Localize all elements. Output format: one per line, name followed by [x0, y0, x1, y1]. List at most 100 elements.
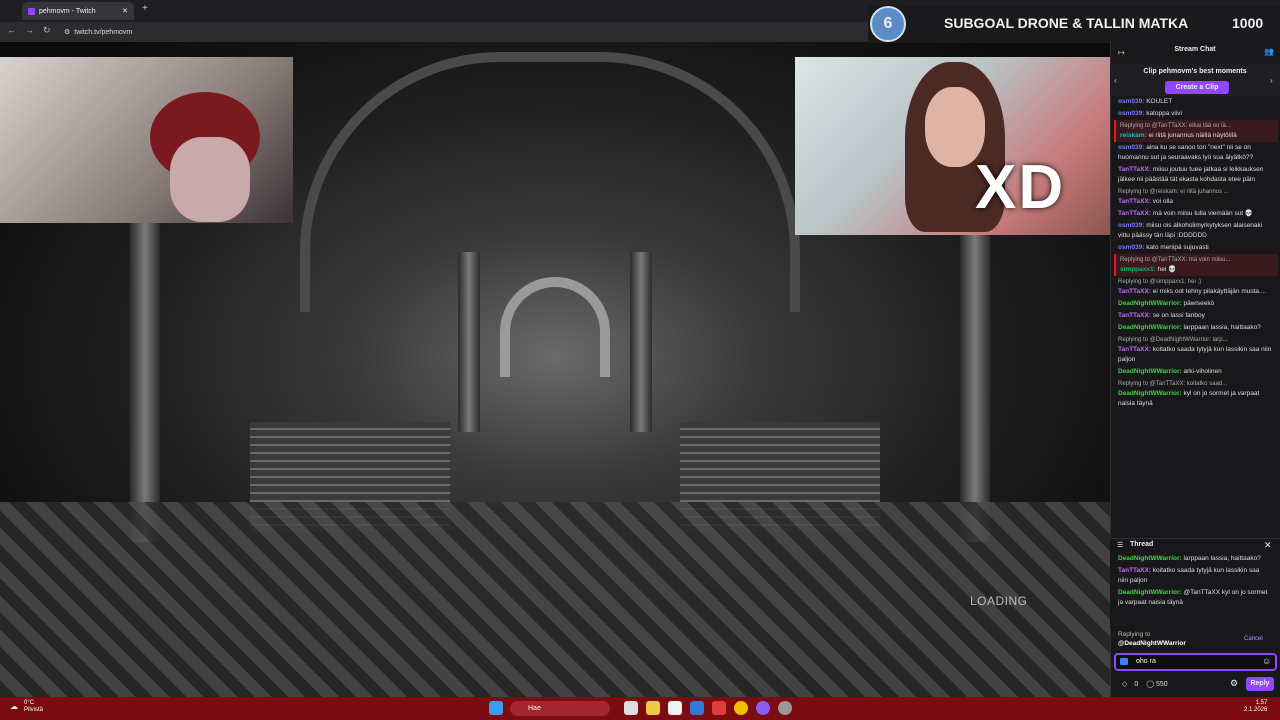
chat-username[interactable]: osm039: — [1118, 110, 1146, 117]
chat-username[interactable]: TanTTaXX: — [1118, 198, 1153, 205]
thread-messages: DeadNightWWarrior: larppaan lassia, hait… — [1114, 553, 1274, 609]
chat-username[interactable]: DeadNightWWarrior: — [1118, 324, 1183, 331]
chat-header: Stream Chat — [1174, 46, 1216, 53]
create-clip-button[interactable]: Create a Clip — [1165, 81, 1229, 94]
chat-message[interactable]: TanTTaXX: mä voin miisu tulla viemään su… — [1114, 208, 1278, 220]
chat-username[interactable]: TanTTaXX: — [1118, 346, 1153, 353]
video-player[interactable]: LOADING — [0, 42, 1110, 697]
chat-username[interactable]: reiskam: — [1120, 132, 1149, 139]
users-icon[interactable]: 👥 — [1264, 47, 1274, 56]
channel-points-icon[interactable]: ◯ — [1146, 681, 1154, 688]
chat-text: KOULET — [1146, 98, 1173, 105]
next-icon[interactable]: › — [1270, 76, 1273, 85]
scene-pillar — [630, 252, 652, 432]
chat-message[interactable]: DeadNightWWarrior: larppaan lassia, hait… — [1114, 322, 1278, 334]
chat-message[interactable]: DeadNightWWarrior: arki-viholinen — [1114, 366, 1278, 378]
scene-arch-inner — [500, 277, 610, 377]
chat-username[interactable]: osm039: — [1118, 222, 1146, 229]
chat-message[interactable]: DeadNightWWarrior: larppaan lassia, hait… — [1114, 553, 1274, 565]
chat-message[interactable]: TanTTaXX: koitatko saada tytyjä kun lass… — [1114, 565, 1274, 587]
chat-message[interactable]: osm039: kato menipä sujuvasti — [1114, 242, 1278, 254]
reply-context: Replying to @TanTTaXX: mä voin miisu... — [1120, 257, 1231, 263]
chat-message[interactable]: Replying to @TanTTaXX: eikai tää oo lä..… — [1114, 120, 1278, 142]
chat-message[interactable]: TanTTaXX: miisu joutuu tuee jatkaa si le… — [1114, 164, 1278, 186]
chat-input[interactable]: oho ra — [1114, 653, 1277, 671]
points-row: ◇ 0 ◯ 550 — [1122, 680, 1168, 688]
chat-username[interactable]: DeadNightWWarrior: — [1118, 555, 1183, 562]
reply-context: Replying to @TanTTaXX: koitatko saad... — [1118, 381, 1228, 387]
chat-username[interactable]: DeadNightWWarrior: — [1118, 300, 1183, 307]
chat-message[interactable]: DeadNightWWarrior: @TanTTaXX kyl on jo s… — [1114, 587, 1274, 609]
chat-message[interactable]: TanTTaXX: se on lassi fanboy — [1114, 310, 1278, 322]
start-icon[interactable] — [489, 701, 503, 715]
tab-title: pehmovm - Twitch — [39, 7, 96, 15]
chat-message[interactable]: osm039: aina ku se sanoo ton "next" nii … — [1114, 142, 1278, 164]
close-tab-icon[interactable]: ✕ — [122, 7, 128, 15]
bits-count: 0 — [1134, 681, 1139, 688]
chat-message[interactable]: Replying to @DeadNightWWarrior: larp... T… — [1114, 334, 1278, 366]
reload-icon[interactable]: ↻ — [43, 25, 51, 36]
chat-username[interactable]: simppaxx1: — [1120, 266, 1158, 273]
mail-icon[interactable] — [690, 701, 704, 715]
scene-floor — [0, 502, 1110, 697]
chat-username[interactable]: TanTTaXX: — [1118, 210, 1153, 217]
chat-text: voi olla — [1152, 198, 1174, 205]
chat-username[interactable]: TanTTaXX: — [1118, 288, 1153, 295]
forward-icon[interactable]: → — [25, 25, 34, 35]
chat-text: mä voin miisu tulla viemään sut 💀 — [1152, 210, 1254, 217]
chat-badge-icon — [1120, 658, 1128, 665]
channel-points-count: 550 — [1156, 681, 1168, 688]
site-info-icon[interactable]: ⚙ — [64, 28, 70, 36]
replying-to: Replying to @DeadNightWWarrior — [1118, 630, 1186, 648]
file-explorer-icon[interactable] — [646, 701, 660, 715]
subgoal-count: 6 — [870, 6, 906, 42]
cancel-reply-button[interactable]: Cancel — [1244, 636, 1263, 642]
reply-context: Replying to @TanTTaXX: eikai tää oo lä..… — [1120, 123, 1231, 129]
chat-username[interactable]: osm039: — [1118, 144, 1146, 151]
url-field[interactable]: ⚙ twitch.tv/pehmovm — [64, 26, 132, 38]
chat-username[interactable]: osm039: — [1118, 244, 1146, 251]
subgoal-target: 1000 — [1232, 15, 1264, 31]
chat-message[interactable]: osm039: miisu ois alkoholimyrkytyksen al… — [1114, 220, 1278, 242]
messenger-icon[interactable] — [756, 701, 770, 715]
weather-desc: Pilvistä — [24, 707, 44, 713]
webcam-streamer — [0, 57, 293, 223]
chat-text: kato menipä sujuvasti — [1146, 244, 1209, 251]
cam-overlay-text: XD — [975, 153, 1066, 222]
chat-message[interactable]: Replying to @TanTTaXX: mä voin miisu... s… — [1114, 254, 1278, 276]
chat-text: ei riitä junannus näillä näytöillä — [1148, 132, 1237, 139]
chat-message[interactable]: DeadNightWWarrior: päwiseekö — [1114, 298, 1278, 310]
new-tab-button[interactable]: + — [142, 3, 148, 14]
chat-username[interactable]: DeadNightWWarrior: — [1118, 368, 1183, 375]
chat-message[interactable]: osm039: KOULET — [1114, 96, 1278, 108]
chat-message[interactable]: Replying to @simppaxx1: hei ;) TanTTaXX: … — [1114, 276, 1278, 298]
chat-username[interactable]: TanTTaXX: — [1118, 166, 1153, 173]
settings-icon[interactable] — [778, 701, 792, 715]
weather-widget[interactable]: 0°C Pilvistä — [24, 700, 43, 714]
emote-picker-icon[interactable]: ☺ — [1262, 656, 1271, 666]
browser-tab[interactable]: pehmovm - Twitch ✕ — [22, 2, 134, 20]
chat-username[interactable]: DeadNightWWarrior: — [1118, 589, 1183, 596]
chat-message[interactable]: Replying to @TanTTaXX: koitatko saad... D… — [1114, 378, 1278, 410]
chat-text: se on lassi fanboy — [1152, 312, 1205, 319]
back-icon[interactable]: ← — [7, 25, 16, 35]
chat-username[interactable]: DeadNightWWarrior: — [1118, 390, 1183, 397]
chat-message[interactable]: osm039: katoppa viivi — [1114, 108, 1278, 120]
chat-text: larppaan lassia, haittaako? — [1183, 555, 1261, 562]
task-view-icon[interactable] — [624, 701, 638, 715]
weather-icon: ☁ — [10, 702, 18, 711]
close-thread-icon[interactable]: ✕ — [1264, 540, 1272, 551]
taskbar-clock[interactable]: 1.57 2.1.2026 — [1244, 700, 1267, 714]
app-icon[interactable] — [712, 701, 726, 715]
prev-icon[interactable]: ‹ — [1114, 76, 1117, 85]
chat-username[interactable]: TanTTaXX: — [1118, 312, 1153, 319]
bits-icon[interactable]: ◇ — [1122, 681, 1127, 688]
chat-settings-icon[interactable]: ⚙ — [1230, 678, 1238, 689]
taskbar-search[interactable]: Hae — [510, 701, 610, 716]
chat-message[interactable]: Replying to @reiskam: ei riitä juhannus … — [1114, 186, 1278, 208]
chat-username[interactable]: osm039: — [1118, 98, 1146, 105]
store-icon[interactable] — [668, 701, 682, 715]
reply-button[interactable]: Reply — [1246, 677, 1274, 691]
chrome-icon[interactable] — [734, 701, 748, 715]
chat-username[interactable]: TanTTaXX: — [1118, 567, 1153, 574]
